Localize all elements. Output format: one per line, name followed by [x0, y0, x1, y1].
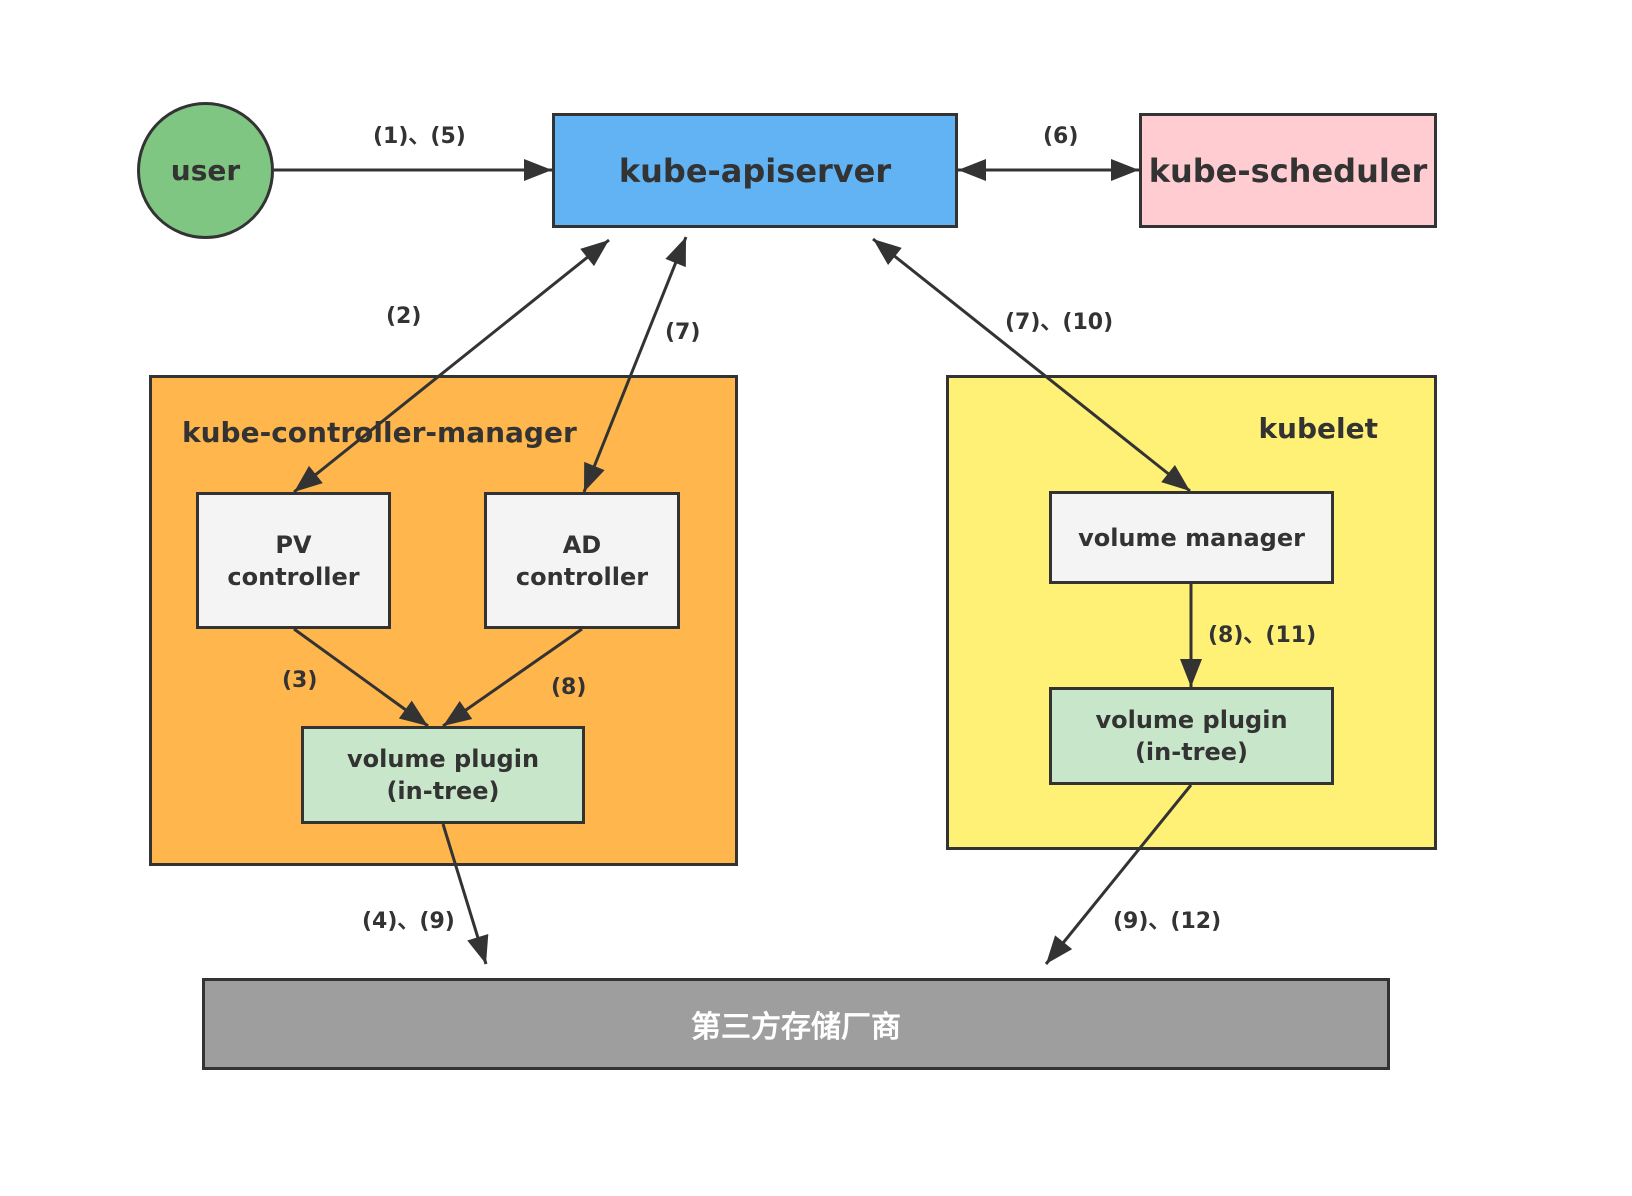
arrowhead-apiserver-volmgr-start: [873, 239, 902, 266]
arrowhead-apiserver-scheduler-start: [958, 159, 986, 181]
edge-label-apiserver-pv: (2): [386, 304, 422, 329]
arrowhead-apiserver-volmgr-end: [1161, 464, 1190, 491]
edge-apiserver-pv: [293, 238, 610, 494]
edges-layer: [274, 159, 1202, 965]
edge-apiserver-volmgr: [872, 237, 1191, 493]
arrowhead-user-apiserver-end: [524, 159, 552, 181]
edge-label-apiserver-volmgr: (7)、(10): [1005, 310, 1114, 335]
edge-label-ad-plugin: (8): [551, 675, 587, 700]
arrowhead-apiserver-ad-end: [584, 461, 605, 492]
edge-label-user-apiserver: (1)、(5): [373, 124, 466, 149]
arrowhead-apiserver-scheduler-end: [1111, 159, 1139, 181]
arrowhead-pv-plugin-end: [398, 700, 428, 726]
edge-label-kubelet-plugin-vendor: (9)、(12): [1113, 909, 1222, 934]
arrowhead-kcm-plugin-vendor-end: [467, 934, 489, 964]
arrowhead-kubelet-plugin-vendor-end: [1046, 935, 1073, 964]
edge-label-kcm-plugin-vendor: (4)、(9): [362, 909, 455, 934]
arrowhead-ad-plugin-end: [443, 700, 473, 726]
edge-label-pv-plugin: (3): [282, 668, 318, 693]
arrowhead-apiserver-pv-start: [580, 240, 609, 267]
arrowhead-apiserver-pv-end: [294, 465, 323, 492]
arrowhead-volmgr-plugin-end: [1180, 659, 1202, 687]
edge-label-volmgr-plugin: (8)、(11): [1208, 623, 1317, 648]
edge-apiserver-ad: [582, 236, 688, 493]
edge-label-apiserver-ad: (7): [665, 320, 701, 345]
edge-kubelet-plugin-vendor: [1044, 784, 1193, 965]
edge-label-apiserver-scheduler: (6): [1043, 124, 1079, 149]
arrowhead-apiserver-ad-start: [665, 237, 686, 268]
